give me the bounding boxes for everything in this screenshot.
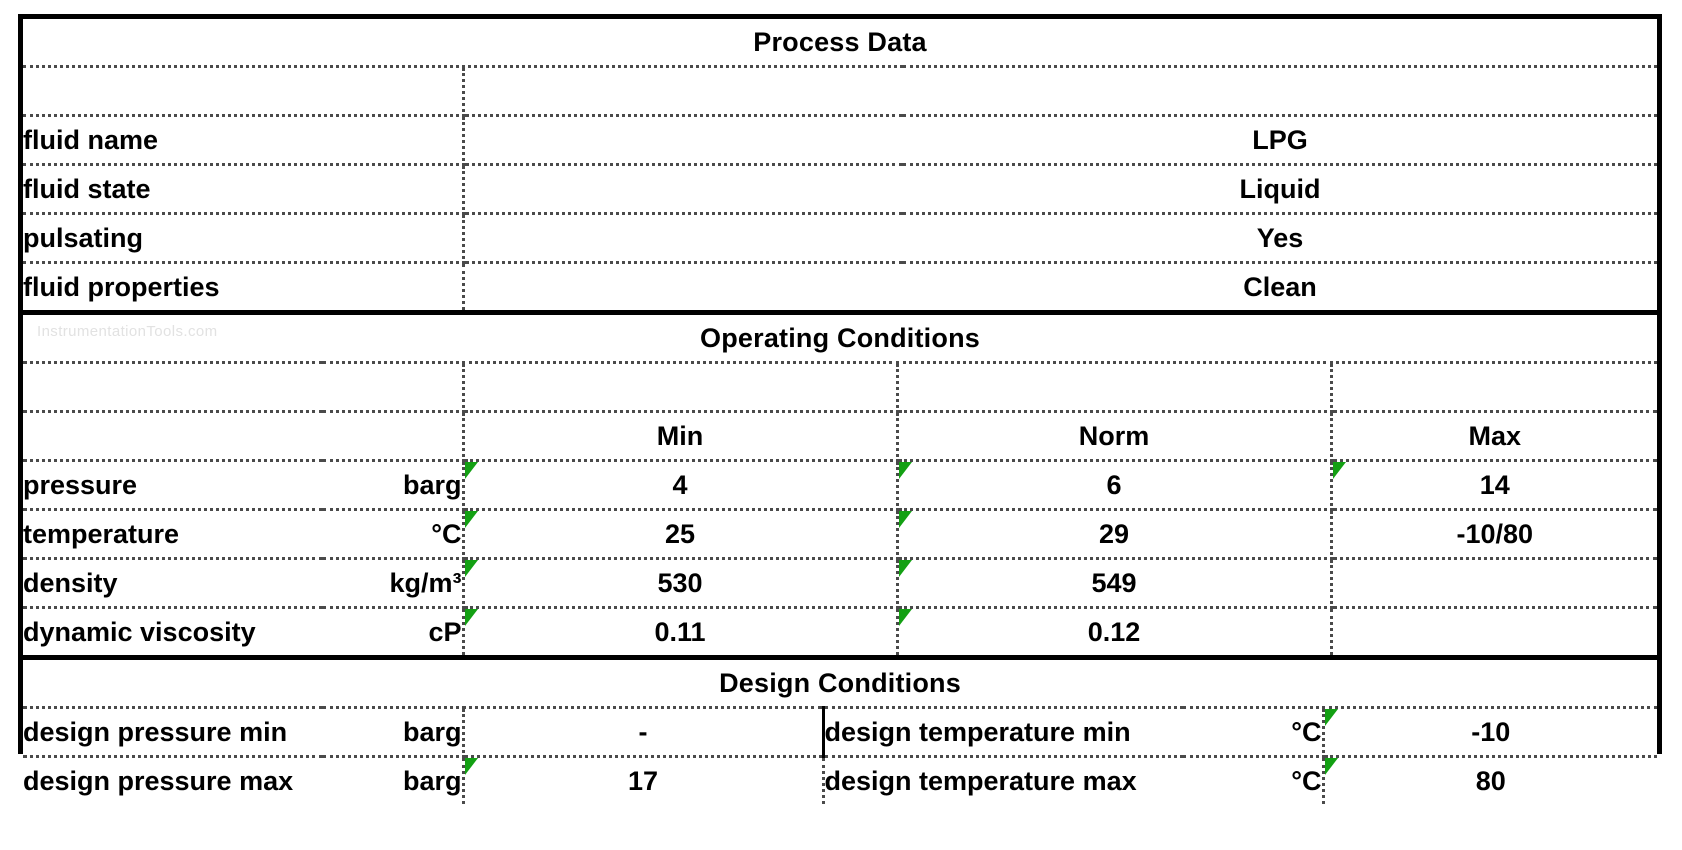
table-row: fluid properties Clean (23, 262, 1657, 310)
row-value-pressure-max[interactable]: 14 (1331, 460, 1657, 511)
oc-spacer-max (1331, 362, 1657, 413)
row-label-dynamic-viscosity: dynamic viscosity (23, 607, 323, 655)
row-value-density-norm[interactable]: 549 (897, 558, 1333, 609)
oc-spacer-norm (897, 362, 1333, 413)
process-data-spacer-row (23, 66, 1657, 117)
row-unit-design-temperature-max: °C (1183, 756, 1325, 804)
row-label-temperature: temperature (23, 509, 323, 560)
row-value-fluid-state-left (463, 164, 903, 215)
row-value-dynamic-viscosity-min[interactable]: 0.11 (463, 607, 899, 655)
row-value-temperature-max[interactable]: -10/80 (1331, 509, 1657, 560)
oc-spacer-label (23, 362, 323, 413)
row-unit-density: kg/m³ (323, 558, 465, 609)
row-value-design-temperature-min[interactable]: -10 (1323, 707, 1658, 758)
row-value-design-pressure-min[interactable]: - (463, 707, 825, 758)
table-row: design pressure min barg - design temper… (23, 707, 1658, 758)
table-row: pulsating Yes (23, 213, 1657, 264)
row-value-fluid-name[interactable]: LPG (903, 115, 1657, 166)
row-unit-pressure: barg (323, 460, 465, 511)
table-row: dynamic viscosity cP 0.11 0.12 (23, 607, 1657, 655)
operating-conditions-title-row: InstrumentationTools.com Operating Condi… (23, 315, 1657, 364)
process-data-title: Process Data (23, 19, 1657, 68)
row-value-pressure-min[interactable]: 4 (463, 460, 899, 511)
row-value-dynamic-viscosity-max[interactable] (1331, 607, 1657, 655)
operating-conditions-header-row: Min Norm Max (23, 411, 1657, 462)
row-label-density: density (23, 558, 323, 609)
spacer-cell-left (23, 66, 465, 117)
row-unit-temperature: °C (323, 509, 465, 560)
operating-conditions-title: InstrumentationTools.com Operating Condi… (23, 315, 1657, 364)
column-header-max: Max (1331, 411, 1657, 462)
row-label-fluid-state: fluid state (23, 164, 465, 215)
row-label-pulsating: pulsating (23, 213, 465, 264)
datasheet-root: Process Data fluid name LPG fluid state … (0, 0, 1682, 850)
row-value-temperature-norm[interactable]: 29 (897, 509, 1333, 560)
row-unit-design-temperature-min: °C (1183, 707, 1325, 758)
row-value-design-temperature-max[interactable]: 80 (1323, 756, 1658, 804)
operating-conditions-section: InstrumentationTools.com Operating Condi… (23, 315, 1657, 655)
row-value-dynamic-viscosity-norm[interactable]: 0.12 (897, 607, 1333, 655)
process-data-title-row: Process Data (23, 19, 1657, 68)
row-value-fluid-state[interactable]: Liquid (903, 164, 1657, 215)
row-value-pulsating[interactable]: Yes (903, 213, 1657, 264)
row-value-fluid-properties-left (463, 262, 903, 310)
row-label-design-pressure-min: design pressure min (23, 707, 323, 758)
table-row: fluid state Liquid (23, 164, 1657, 215)
table-row: temperature °C 25 29 -10/80 (23, 509, 1657, 560)
row-label-design-pressure-max: design pressure max (23, 756, 323, 804)
row-value-design-pressure-max[interactable]: 17 (463, 756, 825, 804)
row-value-density-min[interactable]: 530 (463, 558, 899, 609)
row-value-pressure-norm[interactable]: 6 (897, 460, 1333, 511)
row-label-design-temperature-min: design temperature min (823, 707, 1183, 758)
row-unit-design-pressure-max: barg (323, 756, 465, 804)
row-label-design-temperature-max: design temperature max (823, 756, 1183, 804)
row-value-temperature-min[interactable]: 25 (463, 509, 899, 560)
operating-conditions-spacer-row (23, 362, 1657, 413)
table-row: design pressure max barg 17 design tempe… (23, 756, 1658, 804)
table-row: fluid name LPG (23, 115, 1657, 166)
table-row: density kg/m³ 530 549 (23, 558, 1657, 609)
design-conditions-title-row: Design Conditions (23, 660, 1658, 709)
row-value-fluid-properties[interactable]: Clean (903, 262, 1657, 310)
oc-header-label (23, 411, 323, 462)
watermark-text: InstrumentationTools.com (37, 323, 218, 340)
row-unit-design-pressure-min: barg (323, 707, 465, 758)
row-label-pressure: pressure (23, 460, 323, 511)
row-value-density-max[interactable] (1331, 558, 1657, 609)
design-conditions-title: Design Conditions (23, 660, 1658, 709)
spacer-cell-mid (463, 66, 903, 117)
column-header-norm: Norm (897, 411, 1333, 462)
table-row: pressure barg 4 6 14 (23, 460, 1657, 511)
oc-spacer-unit (323, 362, 465, 413)
row-unit-dynamic-viscosity: cP (323, 607, 465, 655)
oc-header-unit (323, 411, 465, 462)
row-label-fluid-properties: fluid properties (23, 262, 465, 310)
oc-spacer-min (463, 362, 899, 413)
spacer-cell-right (903, 66, 1657, 117)
datasheet-frame: Process Data fluid name LPG fluid state … (18, 14, 1662, 804)
row-label-fluid-name: fluid name (23, 115, 465, 166)
process-data-section: Process Data fluid name LPG fluid state … (23, 19, 1657, 310)
row-value-pulsating-left (463, 213, 903, 264)
design-conditions-section: Design Conditions design pressure min ba… (23, 660, 1658, 804)
row-value-fluid-name-left (463, 115, 903, 166)
operating-conditions-title-text: Operating Conditions (700, 322, 980, 353)
column-header-min: Min (463, 411, 899, 462)
